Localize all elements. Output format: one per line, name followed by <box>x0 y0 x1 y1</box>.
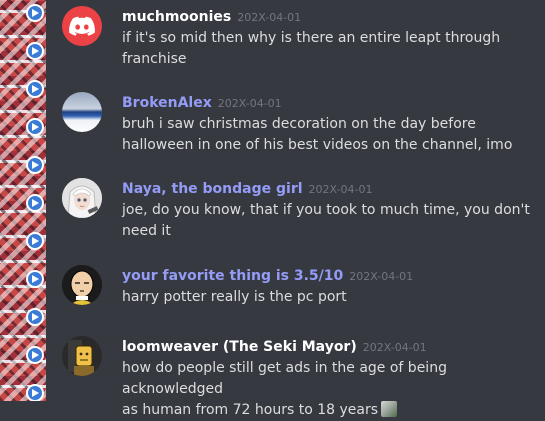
member-avatar-strip <box>0 0 46 401</box>
timestamp: 202X-04-01 <box>217 97 282 110</box>
arrow-badge-icon <box>26 232 44 250</box>
mayor-figure-icon <box>62 336 102 376</box>
arrow-badge-icon <box>26 80 44 98</box>
arrow-badge-icon <box>26 384 44 401</box>
message-text: how do people still get ads in the age o… <box>122 358 535 421</box>
message-line: as human from 72 hours to 18 years <box>122 400 535 421</box>
arrow-badge-icon <box>26 4 44 22</box>
username[interactable]: your favorite thing is 3.5/10 <box>122 268 343 284</box>
username[interactable]: BrokenAlex <box>122 95 212 111</box>
message-line: if it's so mid then why is there an enti… <box>122 30 501 46</box>
timestamp: 202X-04-01 <box>349 270 414 283</box>
username[interactable]: loomweaver (The Seki Mayor) <box>122 339 357 355</box>
message-text: joe, do you know, that if you took to mu… <box>122 200 535 242</box>
message-text: harry potter really is the pc port <box>122 287 535 308</box>
message-line: joe, do you know, that if you took to mu… <box>122 202 530 218</box>
arrow-badge-icon <box>26 118 44 136</box>
anime-girl-icon <box>62 178 102 218</box>
message-line-text: as human from 72 hours to 18 years <box>122 402 379 418</box>
message-line: need it <box>122 223 171 239</box>
message-text: if it's so mid then why is there an enti… <box>122 28 535 70</box>
arrow-badge-icon <box>26 270 44 288</box>
bald-hero-icon <box>62 265 102 305</box>
message-line: harry potter really is the pc port <box>122 289 347 305</box>
timestamp: 202X-04-01 <box>362 341 427 354</box>
timestamp: 202X-04-01 <box>308 183 373 196</box>
arrow-badge-icon <box>26 42 44 60</box>
avatar[interactable] <box>62 6 102 46</box>
avatar[interactable] <box>62 178 102 218</box>
avatar[interactable] <box>62 336 102 376</box>
message-line: franchise <box>122 51 187 67</box>
pepe-emoji-icon <box>381 401 398 417</box>
message-text: bruh i saw christmas decoration on the d… <box>122 114 535 156</box>
arrow-badge-icon <box>26 194 44 212</box>
arrow-badge-icon <box>26 346 44 364</box>
avatar[interactable] <box>62 92 102 132</box>
discord-logo-icon <box>69 16 95 36</box>
message-line: bruh i saw christmas decoration on the d… <box>122 116 476 132</box>
timestamp: 202X-04-01 <box>237 11 302 24</box>
username[interactable]: muchmoonies <box>122 9 231 25</box>
username[interactable]: Naya, the bondage girl <box>122 181 303 197</box>
message-line: halloween in one of his best videos on t… <box>122 137 513 153</box>
arrow-badge-icon <box>26 156 44 174</box>
message-line: how do people still get ads in the age o… <box>122 360 447 397</box>
arrow-badge-icon <box>26 308 44 326</box>
avatar[interactable] <box>62 265 102 305</box>
